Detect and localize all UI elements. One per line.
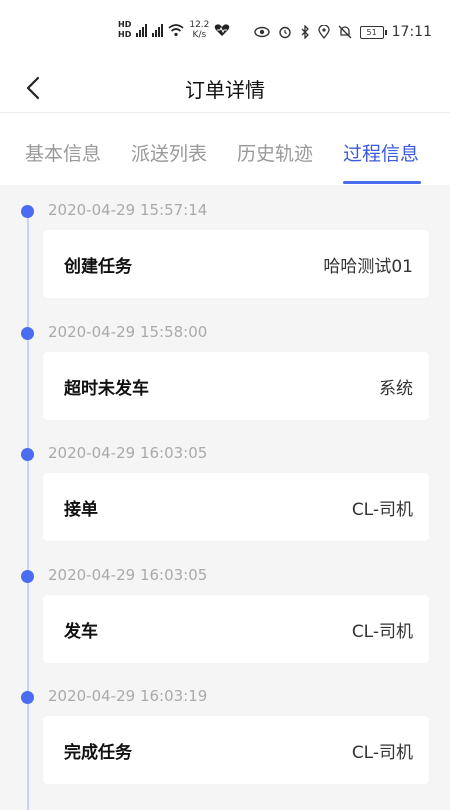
status-left-group: HD HD 12.2 K/s (118, 20, 230, 40)
alarm-icon (278, 26, 291, 39)
event-action: 接单 (64, 500, 98, 520)
tab-bar: 基本信息 派送列表 历史轨迹 过程信息 (0, 112, 450, 185)
timeline-entry: 2020-04-29 15:57:14 创建任务 哈哈测试01 (0, 184, 450, 306)
heart-rate-icon (215, 24, 230, 36)
tab-basic-info[interactable]: 基本信息 (25, 139, 101, 166)
status-right-group: 51 17:11 (253, 24, 432, 40)
timeline-entry: 2020-04-29 16:03:05 接单 CL-司机 (0, 427, 450, 549)
timeline-entry: 2020-04-29 15:58:00 超时未发车 系统 (0, 306, 450, 428)
event-action: 超时未发车 (64, 379, 149, 399)
tab-process-info[interactable]: 过程信息 (343, 139, 419, 166)
event-card: 超时未发车 系统 (43, 352, 429, 420)
eye-icon (253, 26, 270, 38)
wifi-icon (168, 24, 184, 37)
hd-icon: HD HD (118, 20, 132, 39)
timeline-entry: 2020-04-29 16:03:05 发车 CL-司机 (0, 549, 450, 671)
status-bar: HD HD 12.2 K/s 51 17:11 (0, 0, 450, 64)
event-card: 创建任务 哈哈测试01 (43, 230, 429, 298)
event-action: 发车 (64, 622, 98, 642)
nav-bar: 订单详情 (0, 64, 450, 112)
timeline-dot (21, 327, 34, 340)
timestamp: 2020-04-29 16:03:05 (48, 444, 208, 462)
bluetooth-icon (301, 25, 309, 39)
event-card: 接单 CL-司机 (43, 473, 429, 541)
timestamp: 2020-04-29 15:57:14 (48, 201, 208, 219)
event-operator: CL-司机 (351, 500, 413, 520)
timeline-dot (21, 570, 34, 583)
tab-delivery-list[interactable]: 派送列表 (131, 139, 207, 166)
timestamp: 2020-04-29 15:58:00 (48, 323, 208, 341)
timestamp: 2020-04-29 16:03:05 (48, 566, 208, 584)
signal-icon (136, 23, 148, 37)
network-speed: 12.2 K/s (189, 20, 210, 40)
timeline-dot (21, 448, 34, 461)
process-timeline: 2020-04-29 15:57:14 创建任务 哈哈测试01 2020-04-… (0, 184, 450, 810)
timeline-entry: 2020-04-29 16:03:19 完成任务 CL-司机 (0, 670, 450, 792)
signal-icon (152, 23, 164, 37)
clock: 17:11 (391, 24, 432, 40)
event-action: 完成任务 (64, 743, 132, 763)
event-operator: 系统 (379, 379, 413, 399)
event-card: 发车 CL-司机 (43, 595, 429, 663)
event-action: 创建任务 (64, 257, 132, 277)
timestamp: 2020-04-29 16:03:19 (48, 687, 208, 705)
timeline-dot (21, 691, 34, 704)
event-operator: CL-司机 (351, 743, 413, 763)
event-operator: 哈哈测试01 (323, 257, 413, 277)
battery-icon: 51 (359, 25, 387, 39)
page-title: 订单详情 (185, 78, 265, 102)
event-operator: CL-司机 (351, 622, 413, 642)
mute-bell-icon (338, 25, 352, 39)
location-icon (317, 25, 330, 39)
tab-history-track[interactable]: 历史轨迹 (237, 139, 313, 166)
timeline-dot (21, 205, 34, 218)
event-card: 完成任务 CL-司机 (43, 716, 429, 784)
